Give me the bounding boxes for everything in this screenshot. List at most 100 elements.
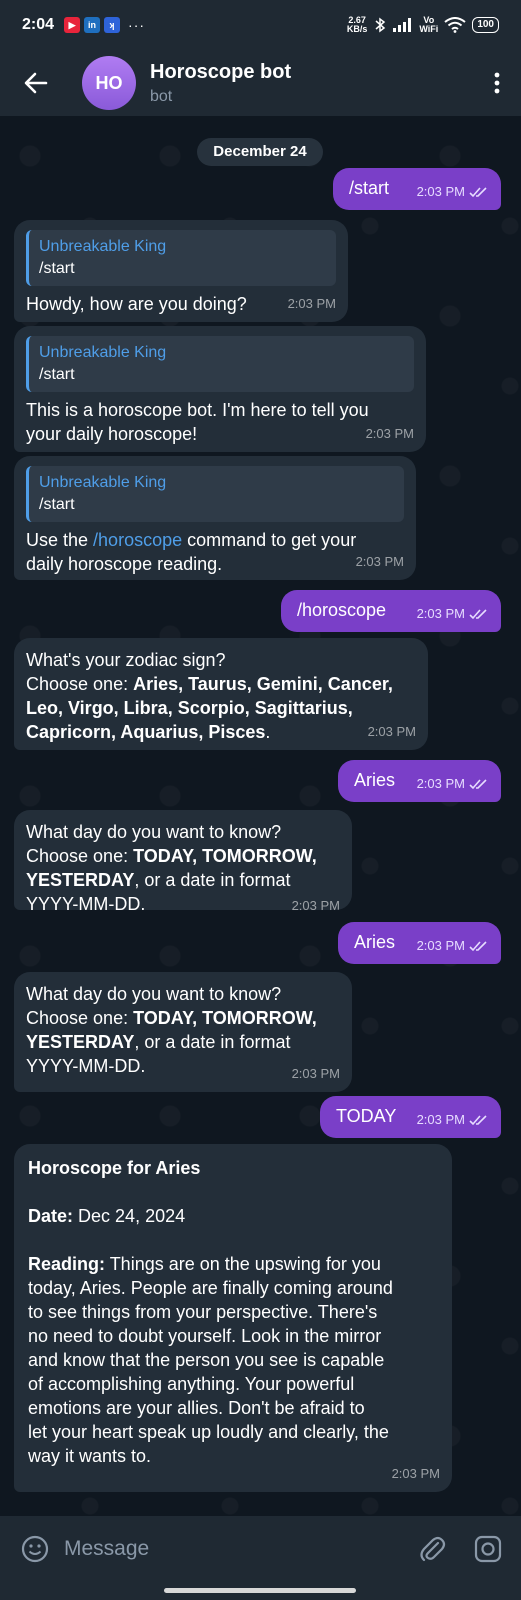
attach-icon[interactable] — [417, 1534, 447, 1564]
more-notifications-icon: ··· — [128, 17, 146, 33]
reading-line: no need to doubt yourself. Look in the m… — [28, 1326, 382, 1346]
emoji-icon[interactable] — [20, 1534, 50, 1564]
message-text: /start — [349, 178, 390, 198]
incoming-message[interactable]: What day do you want to know? Choose one… — [14, 810, 352, 910]
message-text-line: YESTERDAY, or a date in format — [26, 868, 340, 892]
message-meta: 2:03 PM — [417, 1108, 489, 1132]
message-time: 2:03 PM — [416, 184, 465, 199]
reading-line: way it wants to. — [28, 1446, 152, 1466]
incoming-message[interactable]: What day do you want to know? Choose one… — [14, 972, 352, 1092]
date-value: Dec 24, 2024 — [78, 1206, 186, 1226]
message-text-line: Use the /horoscope command to get your — [26, 528, 404, 552]
horoscope-message[interactable]: Horoscope for Aries Date: Dec 24, 2024 R… — [14, 1144, 452, 1492]
bluetooth-icon — [375, 17, 386, 33]
volte-indicator: Vo WiFi — [419, 16, 438, 34]
zodiac-signs: Leo, Virgo, Libra, Scorpio, Sagittarius, — [26, 698, 353, 718]
horoscope-reading: Reading: Things are on the upswing for y… — [28, 1252, 438, 1468]
youtube-icon: ▶ — [64, 17, 81, 33]
text-segment: Choose one: — [26, 674, 134, 694]
outgoing-message[interactable]: Aries 2:03 PM — [338, 922, 501, 964]
text-segment: , or a date in format — [134, 870, 291, 890]
message-text: TODAY — [336, 1106, 397, 1126]
system-nav-bar — [0, 1582, 521, 1600]
network-speed: 2.67 KB/s — [347, 16, 368, 34]
message-time: 2:03 PM — [355, 554, 404, 569]
horoscope-date: Date: Dec 24, 2024 — [28, 1204, 438, 1228]
zodiac-signs: Capricorn, Aquarius, Pisces — [26, 722, 266, 742]
reading-line: emotions are your allies. Don't be afrai… — [28, 1398, 365, 1418]
reply-quote[interactable]: Unbreakable King /start — [26, 336, 414, 392]
double-check-icon — [469, 941, 487, 952]
reply-author: Unbreakable King — [39, 474, 167, 491]
day-options: YESTERDAY — [26, 870, 135, 890]
message-input[interactable] — [64, 1537, 384, 1561]
home-gesture-handle[interactable] — [164, 1588, 356, 1593]
message-text-line: Choose one: TODAY, TOMORROW, — [26, 1006, 340, 1030]
network-speed-unit: KB/s — [346, 24, 368, 34]
double-check-icon — [469, 609, 487, 620]
text-segment: Choose one: — [26, 1008, 134, 1028]
message-meta: 2:03 PM — [417, 180, 489, 204]
message-text-line: What day do you want to know? — [26, 984, 282, 1004]
day-options: YESTERDAY — [26, 1032, 135, 1052]
message-text-line: daily horoscope reading. — [26, 554, 223, 574]
outgoing-message[interactable]: /horoscope 2:03 PM — [281, 590, 501, 632]
message-text-line: Choose one: Aries, Taurus, Gemini, Cance… — [26, 672, 416, 696]
reading-line: and know that the person you see is capa… — [28, 1350, 385, 1370]
reading-label: Reading: — [28, 1254, 106, 1274]
reply-text: /start — [39, 366, 75, 383]
signal-icon — [393, 18, 412, 32]
message-time: 2:03 PM — [291, 1066, 340, 1081]
double-check-icon — [469, 1115, 487, 1126]
reading-line: to see things from your perspective. The… — [28, 1302, 378, 1322]
outgoing-message[interactable]: TODAY 2:03 PM — [320, 1096, 501, 1138]
status-right: 2.67 KB/s Vo WiFi 100 — [347, 16, 499, 34]
more-options-icon[interactable] — [487, 63, 507, 103]
battery-indicator: 100 — [472, 17, 499, 33]
wifi-icon — [444, 17, 466, 33]
camera-icon[interactable] — [473, 1534, 503, 1564]
incoming-message[interactable]: Unbreakable King /start Use the /horosco… — [14, 456, 416, 580]
reading-text: Things are on the upswing for you — [105, 1254, 381, 1274]
back-arrow-icon[interactable] — [6, 53, 66, 113]
message-time: 2:03 PM — [416, 1112, 465, 1127]
incoming-message[interactable]: Unbreakable King /start This is a horosc… — [14, 326, 426, 452]
double-check-icon — [469, 779, 487, 790]
incoming-message[interactable]: Unbreakable King /start Howdy, how are y… — [14, 220, 348, 322]
message-composer — [0, 1516, 521, 1582]
text-segment: , or a date in format — [134, 1032, 291, 1052]
message-text-line: Choose one: TODAY, TOMORROW, — [26, 844, 340, 868]
message-time: 2:03 PM — [287, 296, 336, 311]
text-segment: Choose one: — [26, 846, 134, 866]
reply-text: /start — [39, 260, 75, 277]
message-text-line: your daily horoscope! — [26, 424, 198, 444]
avatar[interactable]: HO — [82, 56, 136, 110]
message-time: 2:03 PM — [291, 898, 340, 910]
double-check-icon — [469, 187, 487, 198]
horoscope-title: Horoscope for Aries — [28, 1158, 201, 1178]
incoming-message[interactable]: What's your zodiac sign? Choose one: Ari… — [14, 638, 428, 750]
reading-line: today, Aries. People are finally coming … — [28, 1278, 393, 1298]
outgoing-message[interactable]: /start 2:03 PM — [333, 168, 501, 210]
reading-line: of accomplishing anything. Your powerful — [28, 1374, 355, 1394]
message-text-line: YESTERDAY, or a date in format — [26, 1030, 340, 1054]
outgoing-message[interactable]: Aries 2:03 PM — [338, 760, 501, 802]
linkedin-icon: in — [84, 17, 101, 33]
message-time: 2:03 PM — [365, 426, 414, 441]
chat-area[interactable]: December 24 /start 2:03 PM Unbreakable K… — [0, 116, 521, 1516]
day-options: TODAY, TOMORROW, — [133, 1008, 317, 1028]
reply-quote[interactable]: Unbreakable King /start — [26, 230, 336, 286]
app-icon: ʞ — [104, 17, 121, 33]
command-link[interactable]: /horoscope — [93, 530, 182, 550]
chat-title-block[interactable]: Horoscope bot bot — [150, 61, 291, 106]
date-separator: December 24 — [197, 138, 323, 166]
message-time: 2:03 PM — [367, 724, 416, 739]
reply-quote[interactable]: Unbreakable King /start — [26, 466, 404, 522]
message-text-line: What's your zodiac sign? — [26, 650, 226, 670]
message-text-line: This is a horoscope bot. I'm here to tel… — [26, 400, 369, 420]
status-time: 2:04 — [22, 16, 55, 33]
message-time: 2:03 PM — [416, 938, 465, 953]
reading-line: let your heart speak up loudly and clear… — [28, 1422, 389, 1442]
message-text: Aries — [354, 932, 396, 952]
message-time: 2:03 PM — [391, 1466, 440, 1481]
